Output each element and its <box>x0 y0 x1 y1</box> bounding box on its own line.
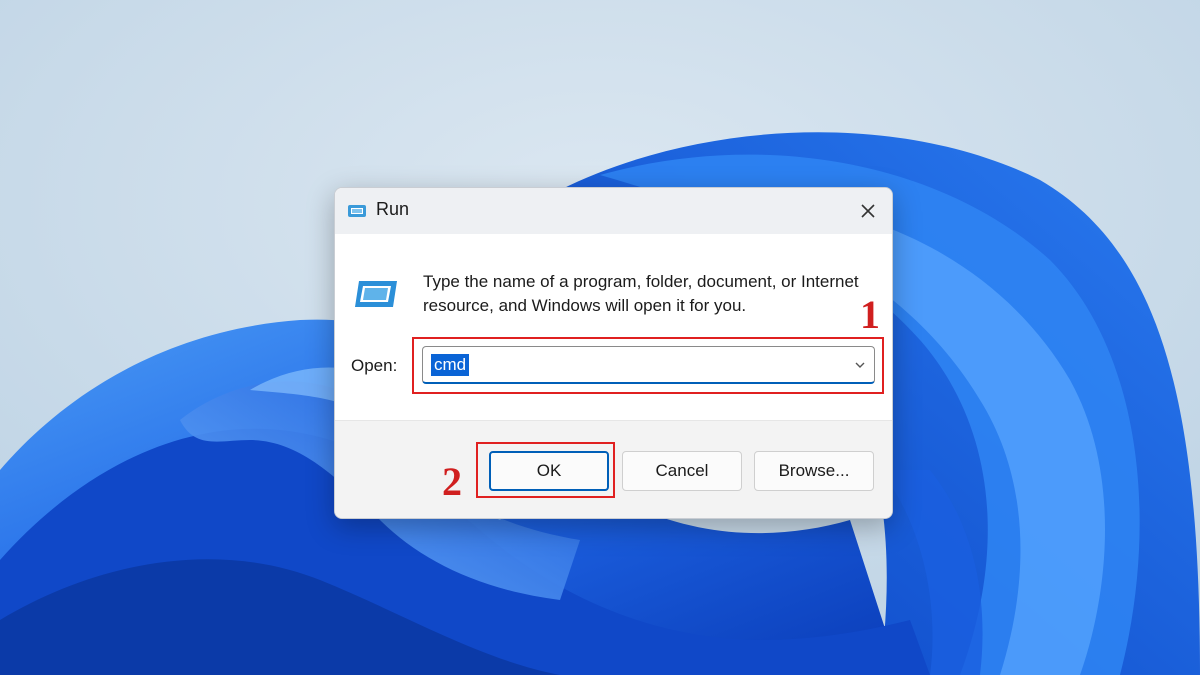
run-icon <box>355 281 397 307</box>
title-bar: Run <box>335 188 892 234</box>
close-button[interactable] <box>844 188 892 234</box>
step-2-highlight <box>476 442 615 498</box>
close-icon <box>861 204 875 218</box>
step-2-label: 2 <box>442 459 462 504</box>
step-1-highlight <box>412 337 884 394</box>
window-title: Run <box>376 199 410 219</box>
run-description: Type the name of a program, folder, docu… <box>423 272 859 315</box>
open-label: Open: <box>351 356 398 375</box>
run-icon <box>348 205 366 217</box>
step-1-label: 1 <box>860 292 880 337</box>
browse-button[interactable]: Browse... <box>754 451 874 491</box>
cancel-button[interactable]: Cancel <box>622 451 742 491</box>
